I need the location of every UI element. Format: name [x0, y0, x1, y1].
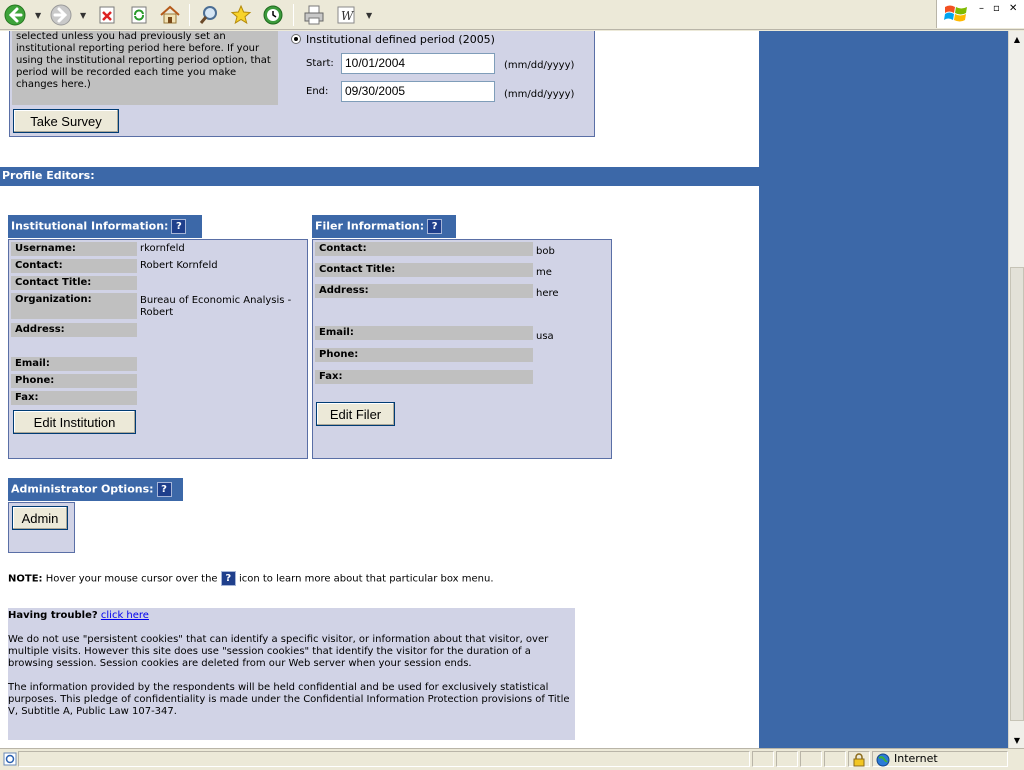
profile-editors-header: Profile Editors:: [0, 167, 759, 186]
stop-icon[interactable]: [95, 3, 119, 27]
admin-options-tab: Administrator Options:?: [8, 478, 183, 501]
organization-value: Bureau of Economic Analysis - Robert: [140, 295, 292, 318]
status-cell: [752, 751, 774, 767]
status-cell: [776, 751, 798, 767]
filer-info-box: Contact: bob Contact Title: me Address: …: [312, 239, 612, 459]
restore-button[interactable]: ▫: [993, 3, 1000, 14]
status-cell: [824, 751, 846, 767]
username-value: rkornfeld: [140, 243, 185, 254]
institutional-period-label: Institutional defined period (2005): [306, 33, 495, 46]
username-label: Username:: [11, 242, 137, 256]
fax-label: Fax:: [11, 391, 137, 405]
help-icon[interactable]: ?: [171, 219, 187, 234]
filer-contact-value: bob: [536, 246, 555, 257]
filer-fax-label: Fax:: [315, 370, 533, 384]
note-prefix: NOTE:: [8, 573, 43, 585]
filer-contact-title-value: me: [536, 267, 552, 278]
contact-label: Contact:: [11, 259, 137, 273]
lock-cell: [848, 751, 870, 767]
start-label: Start:: [306, 58, 334, 69]
scroll-up-icon[interactable]: ▲: [1010, 32, 1024, 46]
toolbar-separator: [293, 4, 294, 26]
survey-period-note: selected unless you had previously set a…: [12, 31, 278, 105]
phone-label: Phone:: [11, 374, 137, 388]
minimize-button[interactable]: –: [979, 3, 984, 14]
end-label: End:: [306, 86, 329, 97]
print-icon[interactable]: [302, 3, 326, 27]
right-side-panel: [759, 31, 1008, 748]
address-label: Address:: [11, 323, 137, 337]
edit-filer-button[interactable]: Edit Filer: [316, 402, 395, 426]
cookies-text: We do not use "persistent cookies" that …: [8, 634, 549, 669]
confidential-text: The information provided by the responde…: [8, 682, 570, 717]
scroll-down-icon[interactable]: ▼: [1010, 733, 1024, 747]
filer-email-label: Email:: [315, 326, 533, 340]
internet-globe-icon: [876, 753, 890, 767]
organization-label: Organization:: [11, 293, 137, 319]
zone-cell: [872, 751, 1008, 767]
filer-contact-title-label: Contact Title:: [315, 263, 533, 277]
institutional-info-title: Institutional Information:: [11, 219, 169, 233]
note-text-before: Hover your mouse cursor over the: [45, 573, 218, 585]
page-viewport: selected unless you had previously set a…: [0, 31, 1008, 748]
word-dropdown-icon[interactable]: ▼: [366, 11, 372, 20]
survey-period-box: selected unless you had previously set a…: [9, 31, 595, 137]
start-format-hint: (mm/dd/yyyy): [504, 60, 575, 71]
status-cell: [800, 751, 822, 767]
institutional-info-tab: Institutional Information:?: [8, 215, 202, 238]
email-label: Email:: [11, 357, 137, 371]
filer-address-value: here: [536, 288, 559, 299]
institutional-info-box: Username: rkornfeld Contact: Robert Korn…: [8, 239, 308, 459]
edit-institution-button[interactable]: Edit Institution: [13, 410, 136, 434]
status-bar: Internet: [0, 748, 1024, 768]
toolbar-separator: [189, 4, 190, 26]
admin-button[interactable]: Admin: [12, 506, 68, 530]
home-icon[interactable]: [158, 3, 182, 27]
institutional-period-radio[interactable]: [291, 34, 301, 44]
contact-title-label: Contact Title:: [11, 276, 137, 290]
windows-logo-icon: [943, 3, 969, 29]
close-button[interactable]: ✕: [1009, 3, 1017, 14]
trouble-label: Having trouble?: [8, 610, 98, 621]
filer-info-title: Filer Information:: [315, 219, 425, 233]
filer-contact-label: Contact:: [315, 242, 533, 256]
browser-toolbar: ▼ ▼ W ▼ – ▫ ✕: [0, 0, 1024, 30]
scroll-thumb[interactable]: [1010, 267, 1024, 721]
zone-label: Internet: [894, 752, 938, 765]
admin-options-box: Admin: [8, 502, 75, 553]
back-icon[interactable]: [3, 3, 27, 27]
word-icon[interactable]: W: [334, 3, 358, 27]
admin-options-title: Administrator Options:: [11, 482, 154, 496]
search-icon[interactable]: [197, 3, 221, 27]
info-box: Having trouble? click here We do not use…: [8, 608, 575, 740]
note-line: NOTE: Hover your mouse cursor over the ?…: [8, 571, 494, 586]
filer-phone-label: Phone:: [315, 348, 533, 362]
take-survey-button[interactable]: Take Survey: [13, 109, 119, 133]
end-date-input[interactable]: 09/30/2005: [341, 81, 495, 102]
help-icon[interactable]: ?: [156, 482, 172, 497]
note-text-after: icon to learn more about that particular…: [238, 573, 494, 585]
refresh-icon[interactable]: [127, 3, 151, 27]
filer-address-label: Address:: [315, 284, 533, 298]
end-format-hint: (mm/dd/yyyy): [504, 89, 575, 100]
trouble-line: Having trouble? click here: [8, 610, 575, 622]
help-icon[interactable]: ?: [427, 219, 443, 234]
vertical-scrollbar[interactable]: ▲ ▼: [1008, 31, 1024, 748]
filer-email-value: usa: [536, 331, 554, 342]
favorites-icon[interactable]: [229, 3, 253, 27]
svg-text:W: W: [341, 9, 355, 23]
filer-info-tab: Filer Information:?: [312, 215, 456, 238]
forward-dropdown-icon[interactable]: ▼: [80, 11, 86, 20]
help-icon: ?: [220, 571, 236, 586]
start-date-input[interactable]: 10/01/2004: [341, 53, 495, 74]
forward-icon[interactable]: [49, 3, 73, 27]
page-status-icon: [3, 751, 17, 770]
window-controls: – ▫ ✕: [936, 0, 1024, 28]
lock-icon: [853, 753, 865, 767]
back-dropdown-icon[interactable]: ▼: [35, 11, 41, 20]
history-icon[interactable]: [261, 3, 285, 27]
status-text-cell: [18, 751, 750, 767]
click-here-link[interactable]: click here: [101, 610, 149, 621]
contact-value: Robert Kornfeld: [140, 260, 218, 271]
